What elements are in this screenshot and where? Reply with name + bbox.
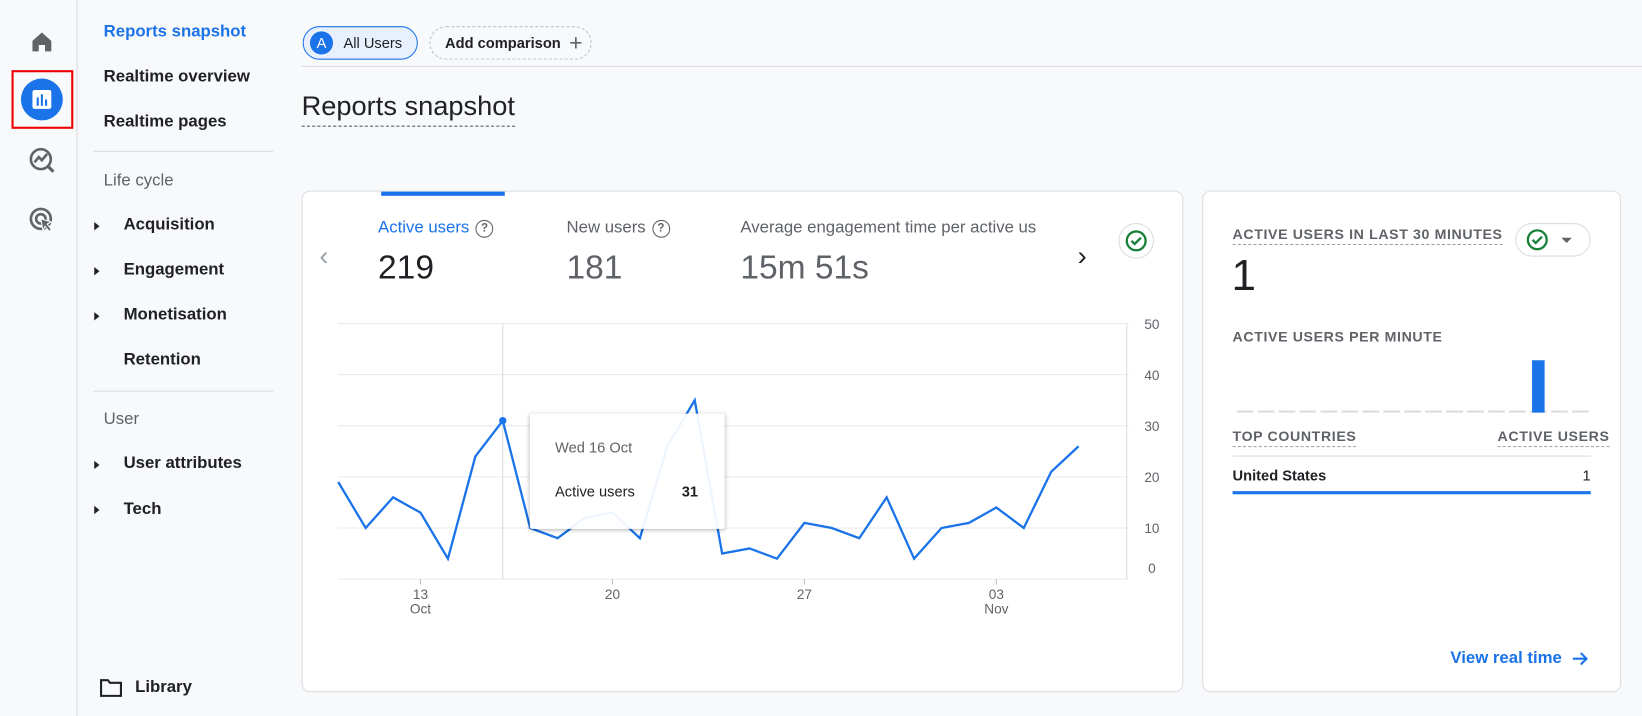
- per-minute-bar-chart: [1236, 360, 1589, 413]
- nav-acquisition[interactable]: Acquisition: [124, 216, 215, 235]
- y-tick-label: 50: [1144, 317, 1160, 332]
- help-icon[interactable]: ?: [651, 219, 670, 238]
- nav-retention[interactable]: Retention: [124, 351, 201, 370]
- x-tick-label: 27: [797, 587, 812, 602]
- nav-library[interactable]: Library: [135, 679, 192, 698]
- check-circle-icon: [1526, 229, 1548, 251]
- y-tick-label: 30: [1144, 419, 1160, 434]
- left-rail: [0, 0, 78, 716]
- x-tick-month: Nov: [984, 602, 1008, 617]
- countries-header[interactable]: TOP COUNTRIES: [1232, 428, 1357, 448]
- nav-user-attributes[interactable]: User attributes: [124, 454, 242, 473]
- header-divider: [301, 65, 1642, 68]
- users-header[interactable]: ACTIVE USERS: [1497, 428, 1610, 448]
- tooltip-value: 31: [681, 482, 699, 500]
- x-tick-month: Oct: [410, 602, 431, 617]
- y-tick-label: 0: [1148, 561, 1156, 576]
- advertising-icon[interactable]: [21, 199, 63, 241]
- nav-realtime-pages[interactable]: Realtime pages: [104, 113, 227, 132]
- folder-icon: [99, 679, 122, 703]
- country-users: 1: [1582, 467, 1591, 484]
- metric-value-new-users: 181: [566, 248, 623, 286]
- tooltip-label: Active users: [555, 482, 635, 500]
- nav-engagement[interactable]: Engagement: [124, 261, 225, 280]
- home-icon[interactable]: [21, 21, 63, 63]
- lifecycle-heading: Life cycle: [103, 171, 174, 190]
- realtime-value: 1: [1231, 250, 1256, 300]
- tooltip-date: Wed 16 Oct: [555, 438, 633, 456]
- arrow-right-icon: [1573, 652, 1589, 666]
- metric-tab-avg-engagement[interactable]: Average engagement time per active us: [740, 219, 1036, 238]
- active-users-line-chart: 0 10 20 30 40 50 13Oct 20 27 03Nov: [337, 317, 1160, 617]
- x-tick-label: 20: [605, 587, 621, 602]
- realtime-title: ACTIVE USERS IN LAST 30 MINUTES: [1232, 226, 1503, 246]
- prev-metric-chevron-icon[interactable]: ‹: [319, 240, 328, 272]
- expand-caret-icon[interactable]: [94, 267, 100, 276]
- segment-label: All Users: [343, 34, 403, 52]
- country-share-bar: [1232, 491, 1591, 495]
- view-real-time-link[interactable]: View real time: [1450, 649, 1589, 668]
- insights-check-button[interactable]: [1118, 223, 1155, 259]
- metric-label: New users: [566, 218, 646, 237]
- expand-caret-icon[interactable]: [94, 222, 100, 231]
- divider: [93, 390, 274, 392]
- expand-caret-icon[interactable]: [94, 505, 100, 515]
- per-minute-title: ACTIVE USERS PER MINUTE: [1232, 328, 1443, 345]
- y-tick-label: 10: [1144, 521, 1160, 536]
- plus-icon: +: [569, 29, 583, 56]
- user-heading: User: [103, 410, 140, 429]
- minute-bar[interactable]: [1532, 360, 1545, 413]
- next-metric-chevron-icon[interactable]: ›: [1078, 240, 1087, 272]
- metric-label: Average engagement time per active us: [740, 218, 1037, 237]
- y-tick-label: 40: [1144, 368, 1160, 383]
- x-tick-label: 13: [413, 587, 428, 602]
- metric-tab-new-users[interactable]: New users?: [567, 219, 670, 238]
- dropdown-arrow-icon: [1561, 237, 1572, 243]
- help-icon[interactable]: ?: [475, 219, 494, 238]
- selected-metric-indicator: [381, 191, 505, 196]
- segment-avatar: A: [309, 31, 334, 55]
- country-row: United States 1: [1232, 467, 1591, 495]
- country-name: United States: [1232, 467, 1327, 484]
- page-title: Reports snapshot: [301, 90, 516, 127]
- check-circle-icon: [1125, 230, 1147, 252]
- nav-realtime-overview[interactable]: Realtime overview: [104, 68, 250, 87]
- add-comparison-label: Add comparison: [445, 34, 561, 52]
- metric-value-active-users: 219: [378, 248, 434, 286]
- expand-caret-icon[interactable]: [94, 312, 100, 321]
- view-real-time-label: View real time: [1450, 649, 1562, 668]
- divider: [1232, 455, 1591, 457]
- y-tick-label: 20: [1144, 470, 1160, 485]
- realtime-card: ACTIVE USERS IN LAST 30 MINUTES 1 ACTIVE…: [1202, 190, 1622, 693]
- metric-label: Active users: [378, 218, 470, 237]
- data-point: [499, 417, 507, 425]
- nav-tech[interactable]: Tech: [124, 501, 162, 520]
- metric-tab-active-users[interactable]: Active users?: [378, 218, 494, 238]
- chart-tooltip: Wed 16 Oct Active users 31: [529, 413, 725, 529]
- explore-icon[interactable]: [21, 139, 63, 181]
- expand-caret-icon[interactable]: [94, 460, 100, 470]
- selection-highlight: [11, 70, 74, 129]
- nav-monetisation[interactable]: Monetisation: [124, 306, 227, 325]
- segment-chip-all-users[interactable]: A All Users: [302, 26, 418, 60]
- nav-reports-snapshot[interactable]: Reports snapshot: [104, 23, 246, 42]
- metric-value-avg-engagement: 15m 51s: [740, 248, 869, 286]
- add-comparison-button[interactable]: Add comparison +: [429, 26, 592, 60]
- realtime-options-button[interactable]: [1515, 223, 1591, 257]
- x-tick-label: 03: [989, 587, 1004, 602]
- divider: [93, 150, 274, 152]
